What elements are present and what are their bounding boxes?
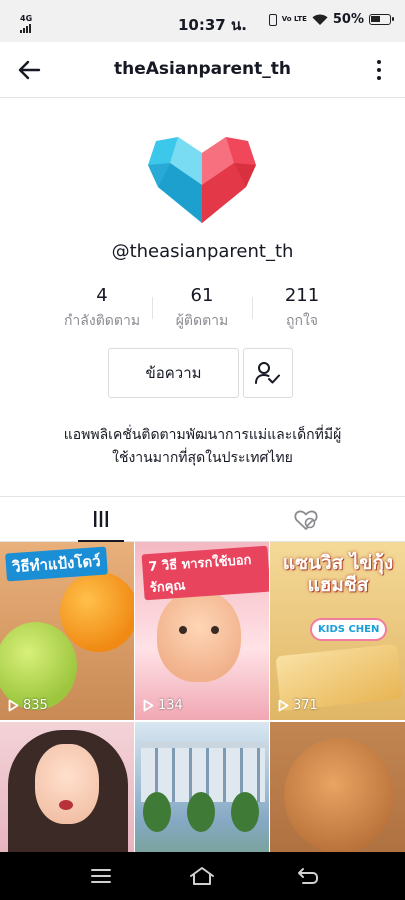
profile-tabs <box>0 496 405 542</box>
play-icon <box>278 699 289 712</box>
more-options-button[interactable] <box>369 56 389 84</box>
video-thumbnail[interactable]: วิธีทำแป้งโดว์ 835 <box>0 542 134 720</box>
profile-bio: แอพพลิเคชั่นติดตามพัฒนาการแม่และเด็กที่ม… <box>40 424 365 470</box>
status-icons: Vo LTE 50% <box>268 12 394 27</box>
wifi-icon <box>312 14 328 25</box>
channel-badge: KIDS CHEN <box>310 618 388 641</box>
view-count-value: 835 <box>23 698 48 713</box>
follow-status-button[interactable] <box>243 348 293 398</box>
following-count: 4 <box>96 285 108 306</box>
user-check-icon <box>255 362 280 384</box>
bio-line-1: แอพพลิเคชั่นติดตามพัฒนาการแม่และเด็กที่ม… <box>63 427 342 443</box>
heart-logo-icon <box>148 137 256 223</box>
view-count: 835 <box>8 698 48 713</box>
liked-hidden-icon <box>294 510 318 530</box>
home-icon <box>190 867 214 885</box>
video-title: แซนวิส ไข่กุ้งแฮมชีส <box>282 552 394 596</box>
message-button[interactable]: ข้อความ <box>108 348 239 398</box>
status-bar: 4G 10:37 น. Vo LTE 50% <box>0 0 405 42</box>
profile-header: theAsianparent_th <box>0 42 405 98</box>
video-thumbnail[interactable]: 7 วิธี ทารกใช้บอกรักคุณ 134 <box>135 542 269 720</box>
followers-label: ผู้ติดตาม <box>175 313 229 329</box>
grid-videos-icon <box>94 510 108 527</box>
vibrate-icon <box>268 13 277 26</box>
following-label: กำลังติดตาม <box>63 313 141 329</box>
video-thumbnail[interactable]: แซนวิส ไข่กุ้งแฮมชีส KIDS CHEN 371 <box>270 542 405 720</box>
video-thumbnail[interactable] <box>135 722 269 852</box>
battery-icon <box>369 14 394 25</box>
view-count: 371 <box>278 698 318 713</box>
more-vertical-icon <box>377 60 381 64</box>
followers-count: 61 <box>190 285 214 306</box>
username: @theasianparent_th <box>111 241 294 262</box>
stat-likes[interactable]: 211 ถูกใจ <box>252 285 352 335</box>
play-icon <box>143 699 154 712</box>
status-time: 10:37 น. <box>178 16 247 34</box>
video-title: 7 วิธี ทารกใช้บอกรักคุณ <box>141 545 269 601</box>
recent-apps-button[interactable] <box>81 864 121 888</box>
network-indicator: 4G <box>20 15 32 33</box>
play-icon <box>8 699 19 712</box>
stat-followers[interactable]: 61 ผู้ติดตาม <box>152 285 252 335</box>
back-button[interactable] <box>12 54 46 86</box>
view-count: 134 <box>143 698 183 713</box>
battery-percent: 50% <box>332 12 364 27</box>
system-back-button[interactable] <box>288 864 328 888</box>
video-grid: วิธีทำแป้งโดว์ 835 7 วิธี ทารกใช้บอกรักค… <box>0 542 405 852</box>
avatar[interactable] <box>148 135 256 225</box>
video-thumbnail[interactable] <box>0 722 134 852</box>
tab-videos[interactable] <box>78 497 124 542</box>
stat-following[interactable]: 4 กำลังติดตาม <box>52 285 152 335</box>
arrow-left-icon <box>18 60 41 80</box>
tab-liked-videos[interactable] <box>288 497 324 542</box>
view-count-value: 371 <box>293 698 318 713</box>
back-icon <box>298 868 318 884</box>
likes-count: 211 <box>284 285 320 306</box>
page-title: theAsianparent_th <box>114 59 291 79</box>
system-nav-bar <box>0 852 405 900</box>
likes-label: ถูกใจ <box>286 313 318 329</box>
view-count-value: 134 <box>158 698 183 713</box>
bio-line-2: ใช้งานมากที่สุดในประเทศไทย <box>112 450 293 466</box>
signal-icon <box>20 24 32 33</box>
volte-label: Vo LTE <box>281 15 307 23</box>
menu-icon <box>91 869 111 883</box>
video-thumbnail[interactable] <box>270 722 405 852</box>
home-button[interactable] <box>182 864 222 888</box>
network-label: 4G <box>20 14 33 23</box>
profile-stats: 4 กำลังติดตาม 61 ผู้ติดตาม 211 ถูกใจ <box>52 285 352 335</box>
